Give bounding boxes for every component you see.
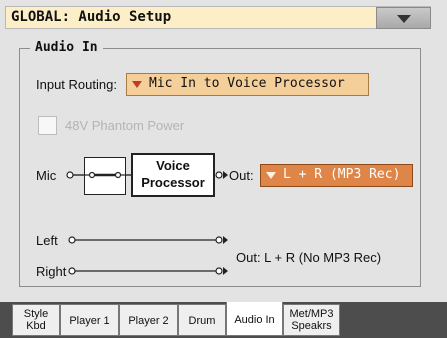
- voice-processor-label-line2: Processor: [141, 175, 205, 190]
- processor-out-value: L + R (MP3 Rec): [283, 167, 401, 182]
- tab-label: Player 1: [69, 315, 110, 327]
- chevron-down-icon: [266, 172, 276, 179]
- processor-out-label: Out:: [229, 168, 254, 183]
- tab-label: Player 2: [128, 315, 169, 327]
- tab-audio-in[interactable]: Audio In: [226, 302, 283, 336]
- tab-met-mp3-speakers[interactable]: Met/MP3 Speakrs: [283, 304, 340, 336]
- tab-player-2[interactable]: Player 2: [119, 304, 178, 336]
- tab-label: Audio In: [234, 314, 275, 326]
- audio-setup-screen: GLOBAL: Audio Setup Audio In Input Routi…: [0, 0, 447, 338]
- voice-processor-block: Voice Processor: [131, 153, 215, 197]
- switch-out-node: [114, 171, 122, 179]
- right-label: Right: [36, 264, 67, 279]
- tab-label: Drum: [188, 315, 216, 327]
- voice-processor-label-line1: Voice: [156, 158, 190, 173]
- tab-drum[interactable]: Drum: [178, 304, 226, 336]
- tab-style-kbd[interactable]: Style Kbd: [12, 304, 60, 336]
- tab-label: Style Kbd: [23, 308, 49, 332]
- switch-in-node: [88, 171, 96, 179]
- tab-player-1[interactable]: Player 1: [60, 304, 119, 336]
- left-label: Left: [36, 233, 58, 248]
- lr-out-label: Out: L + R (No MP3 Rec): [236, 250, 382, 265]
- tab-label: Met/MP3 Speakrs: [289, 308, 334, 332]
- processor-out-dropdown[interactable]: L + R (MP3 Rec): [260, 164, 413, 187]
